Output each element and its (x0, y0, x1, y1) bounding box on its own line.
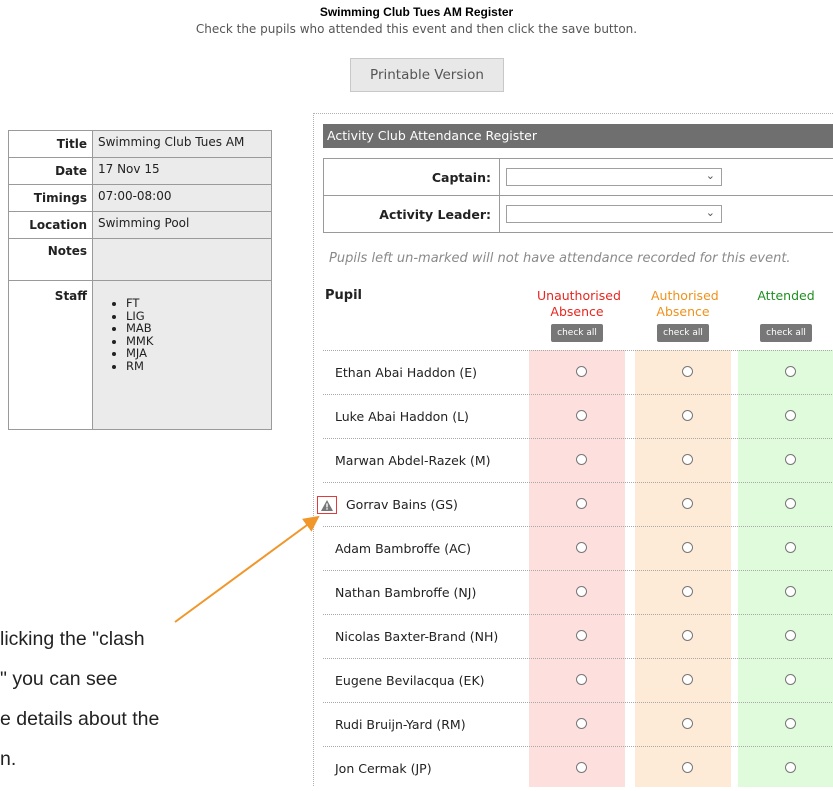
annotation-line: " you can see (0, 668, 118, 690)
annotation-line: licking the "clash (0, 628, 145, 650)
annotation-line: n. (0, 748, 17, 770)
annotation-arrow (174, 515, 320, 623)
annotation-line: e details about the (0, 708, 160, 730)
